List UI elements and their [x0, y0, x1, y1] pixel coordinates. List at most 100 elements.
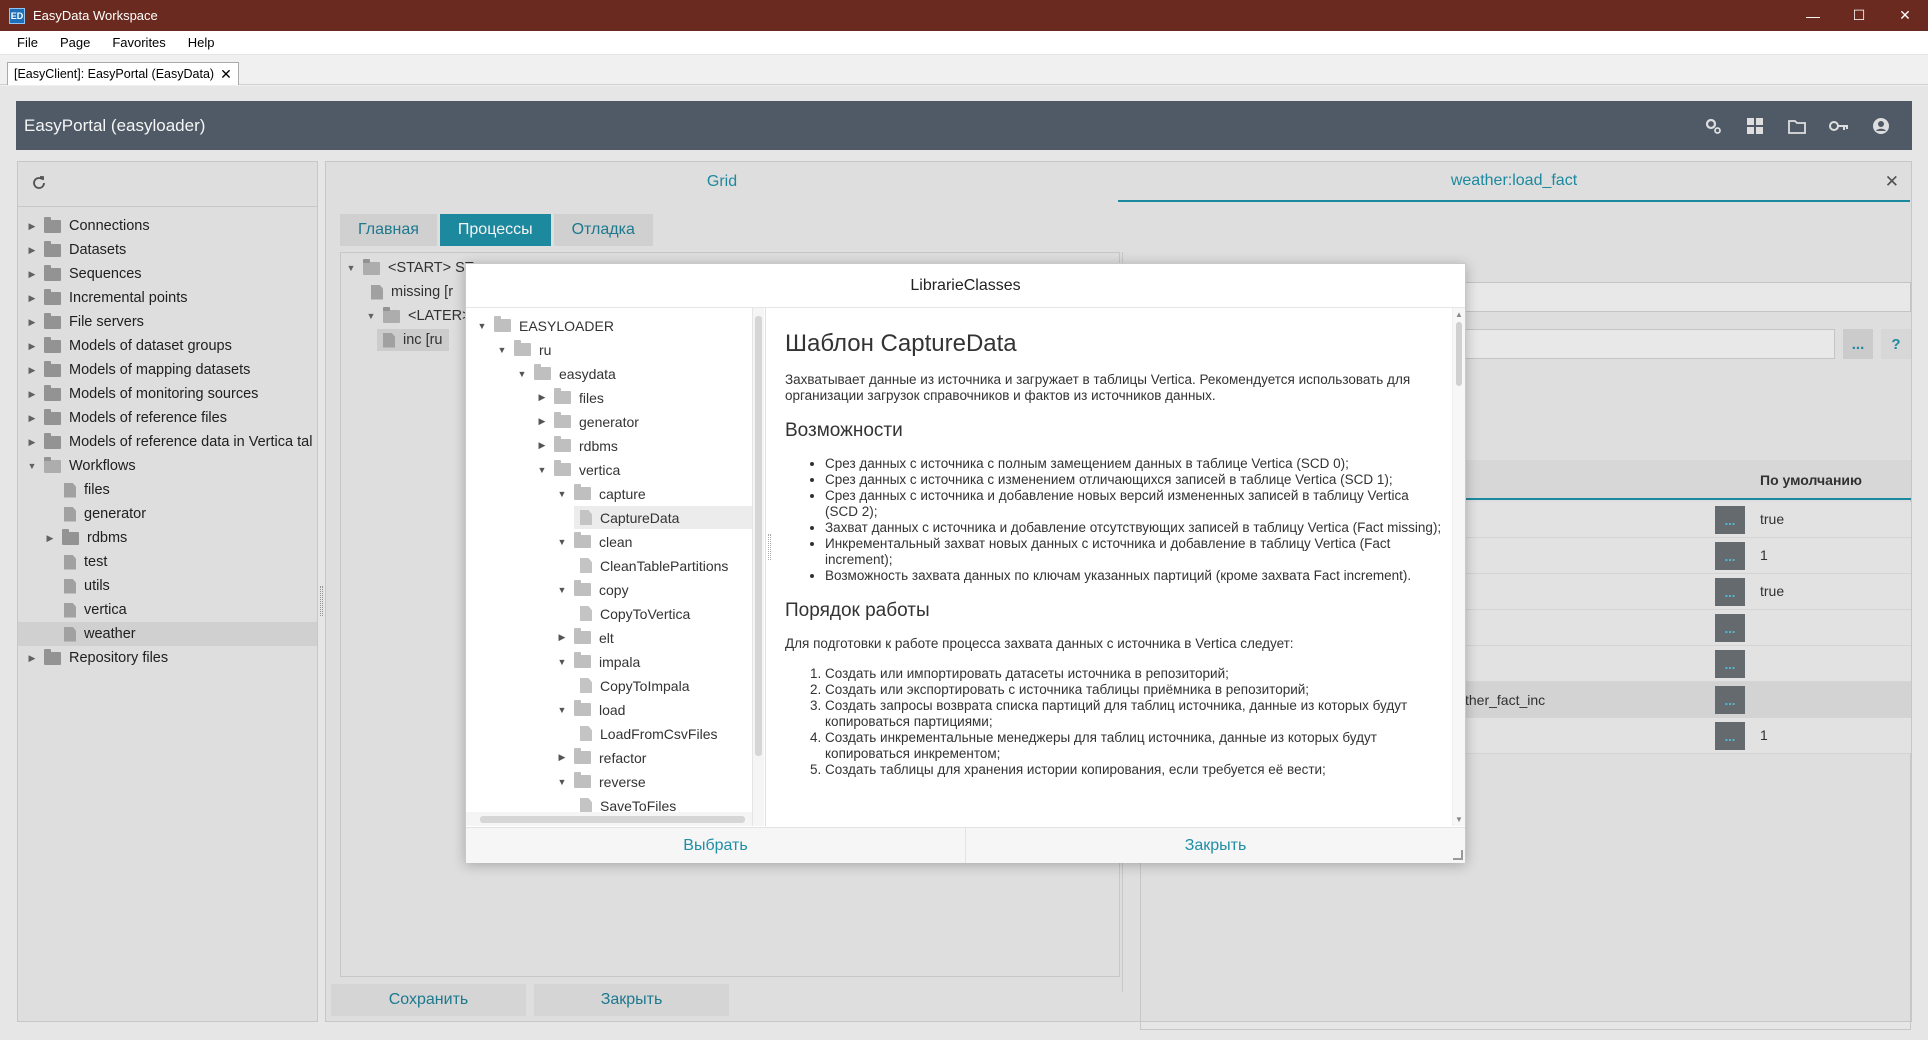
list-item: Срез данных с источника и добавление нов…	[825, 488, 1443, 520]
lib-node-easydata[interactable]: ▼ easydata	[516, 362, 616, 385]
lib-node-copytovertica[interactable]: CopyToVertica	[574, 602, 690, 625]
document-tab-easyportal[interactable]: [EasyClient]: EasyPortal (EasyData) ✕	[7, 62, 239, 85]
library-tree-horizontal-scrollbar[interactable]	[466, 812, 752, 826]
library-tree-vertical-scrollbar[interactable]	[752, 308, 764, 826]
chevron-down-icon[interactable]: ▼	[476, 321, 488, 331]
list-item: Срез данных с источника с изменением отл…	[825, 472, 1443, 488]
lib-node-easyloader[interactable]: ▼ EASYLOADER	[476, 314, 614, 337]
file-icon	[580, 798, 592, 813]
lib-node-files[interactable]: ▶ files	[536, 386, 604, 409]
list-item: Создать или экспортировать с источника т…	[825, 682, 1443, 698]
app-logo-icon: ED	[9, 7, 25, 24]
doc-title: Шаблон CaptureData	[785, 330, 1017, 357]
lib-node-cleantablepartitions[interactable]: CleanTablePartitions	[574, 554, 728, 577]
lib-node-copy[interactable]: ▼ copy	[556, 578, 629, 601]
lib-node-capture[interactable]: ▼ capture	[556, 482, 646, 505]
lib-node-label: files	[579, 389, 604, 406]
class-documentation: Шаблон CaptureData Захватывает данные из…	[773, 308, 1465, 826]
document-tab-label: [EasyClient]: EasyPortal (EasyData)	[14, 67, 215, 81]
lib-node-generator[interactable]: ▶ generator	[536, 410, 639, 433]
lib-node-ru[interactable]: ▼ ru	[496, 338, 551, 361]
lib-node-loadfromcsvfiles[interactable]: LoadFromCsvFiles	[574, 722, 717, 745]
lib-node-label: CopyToImpala	[600, 677, 690, 694]
menu-file[interactable]: File	[0, 35, 49, 50]
menu-help[interactable]: Help	[177, 35, 226, 50]
lib-node-rdbms[interactable]: ▶ rdbms	[536, 434, 618, 457]
lib-node-label: load	[599, 701, 626, 718]
folder-open-icon	[574, 532, 591, 548]
scrollbar-thumb[interactable]	[480, 816, 745, 823]
folder-open-icon	[554, 460, 571, 476]
lib-node-label: impala	[599, 653, 641, 670]
lib-node-label: rdbms	[579, 437, 618, 454]
chevron-down-icon[interactable]: ▼	[556, 777, 568, 787]
doc-order-title: Порядок работы	[785, 600, 930, 621]
folder-icon	[554, 388, 571, 404]
lib-node-label: reverse	[599, 773, 646, 790]
file-icon	[580, 558, 592, 573]
chevron-down-icon[interactable]: ▼	[556, 585, 568, 595]
chevron-right-icon[interactable]: ▶	[536, 392, 548, 403]
lib-node-impala[interactable]: ▼ impala	[556, 650, 640, 673]
folder-icon	[554, 436, 571, 452]
minimize-button[interactable]: —	[1790, 0, 1836, 31]
chevron-down-icon[interactable]: ▼	[556, 705, 568, 715]
file-icon	[580, 606, 592, 621]
lib-node-load[interactable]: ▼ load	[556, 698, 625, 721]
scroll-up-icon[interactable]: ▲	[1455, 310, 1463, 319]
chevron-down-icon[interactable]: ▼	[556, 489, 568, 499]
chevron-right-icon[interactable]: ▶	[536, 416, 548, 427]
window-controls: — ☐ ✕	[1790, 0, 1928, 31]
select-button[interactable]: Выбрать	[466, 828, 965, 863]
chevron-down-icon[interactable]: ▼	[496, 345, 508, 355]
lib-node-label: elt	[599, 629, 614, 646]
folder-open-icon	[494, 316, 511, 332]
dialog-splitter[interactable]	[768, 534, 771, 560]
lib-node-copytoimpala[interactable]: CopyToImpala	[574, 674, 690, 697]
folder-open-icon	[514, 340, 531, 356]
lib-node-elt[interactable]: ▶ elt	[556, 626, 614, 649]
maximize-button[interactable]: ☐	[1836, 0, 1882, 31]
library-classes-dialog: LibrarieClasses ▼ EASYLOADER ▼ ru ▼ easydat…	[465, 263, 1466, 863]
chevron-right-icon[interactable]: ▶	[536, 440, 548, 451]
lib-node-reverse[interactable]: ▼ reverse	[556, 770, 646, 793]
file-icon	[580, 678, 592, 693]
list-item: Инкрементальный захват новых данных с ис…	[825, 536, 1443, 568]
menu-page[interactable]: Page	[49, 35, 101, 50]
chevron-down-icon[interactable]: ▼	[556, 657, 568, 667]
doc-features-list: Срез данных с источника с полным замещен…	[785, 456, 1443, 584]
document-tab-strip: [EasyClient]: EasyPortal (EasyData) ✕	[0, 55, 1928, 85]
lib-node-label: generator	[579, 413, 639, 430]
doc-order-intro: Для подготовки к работе процесса захвата…	[785, 636, 1294, 651]
scrollbar-thumb[interactable]	[1456, 322, 1462, 386]
close-dialog-button[interactable]: Закрыть	[965, 828, 1465, 863]
folder-icon	[574, 748, 591, 764]
lib-node-label: ru	[539, 341, 552, 358]
chevron-right-icon[interactable]: ▶	[556, 752, 568, 763]
close-window-button[interactable]: ✕	[1882, 0, 1928, 31]
chevron-right-icon[interactable]: ▶	[556, 632, 568, 643]
lib-node-capturedata[interactable]: CaptureData	[574, 506, 752, 529]
lib-node-vertica[interactable]: ▼ vertica	[536, 458, 620, 481]
lib-node-label: CopyToVertica	[600, 605, 691, 622]
lib-node-label: LoadFromCsvFiles	[600, 725, 718, 742]
lib-node-label: CaptureData	[600, 509, 680, 526]
lib-node-refactor[interactable]: ▶ refactor	[556, 746, 646, 769]
documentation-scrollbar[interactable]: ▲ ▼	[1452, 308, 1465, 826]
window-title: EasyData Workspace	[33, 8, 158, 23]
chevron-down-icon[interactable]: ▼	[556, 537, 568, 547]
file-icon	[580, 726, 592, 741]
close-icon[interactable]: ✕	[220, 66, 232, 83]
chevron-down-icon[interactable]: ▼	[536, 465, 548, 475]
menu-favorites[interactable]: Favorites	[101, 35, 176, 50]
list-item: Срез данных с источника с полным замещен…	[825, 456, 1443, 472]
folder-open-icon	[574, 700, 591, 716]
list-item: Возможность захвата данных по ключам ука…	[825, 568, 1443, 584]
resize-grip-icon[interactable]	[1453, 850, 1463, 860]
chevron-down-icon[interactable]: ▼	[516, 369, 528, 379]
lib-node-clean[interactable]: ▼ clean	[556, 530, 632, 553]
scroll-down-icon[interactable]: ▼	[1455, 815, 1463, 824]
folder-icon	[554, 412, 571, 428]
scrollbar-thumb[interactable]	[755, 316, 762, 756]
lib-node-label: capture	[599, 485, 646, 502]
